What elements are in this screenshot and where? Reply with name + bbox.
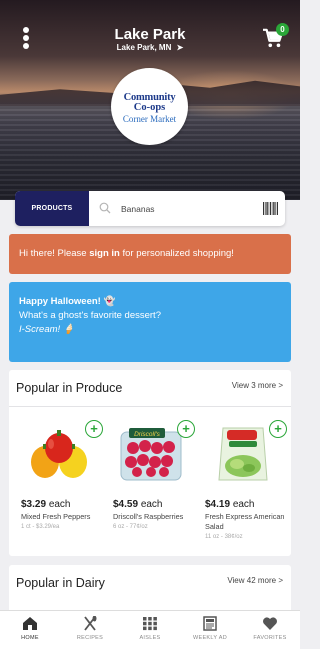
produce-view-more-link[interactable]: View 3 more > bbox=[232, 381, 283, 390]
product-name: Mixed Fresh Peppers bbox=[21, 512, 91, 521]
dairy-section: Popular in Dairy View 42 more > bbox=[9, 565, 291, 615]
tab-label: WEEKLY AD bbox=[193, 635, 227, 641]
product-unit-price: 6 oz - 77¢/oz bbox=[113, 524, 148, 530]
product-unit-price: 11 oz - 38¢/oz bbox=[205, 534, 243, 540]
section-divider bbox=[9, 406, 291, 407]
logo-line-2: Co-ops bbox=[133, 102, 166, 113]
tab-recipes[interactable]: RECIPES bbox=[60, 616, 120, 641]
dairy-view-more-link[interactable]: View 42 more > bbox=[227, 576, 283, 585]
price-amount: $3.29 bbox=[21, 499, 47, 510]
promo-question: What's a ghost's favorite dessert? bbox=[19, 310, 161, 321]
promo-heading: Happy Halloween! 👻 bbox=[19, 296, 116, 307]
location-arrow-icon: ➤ bbox=[176, 43, 184, 52]
sign-in-banner[interactable]: Hi there! Please sign in for personalize… bbox=[9, 234, 291, 274]
cart-button[interactable]: 0 bbox=[262, 23, 289, 50]
price-unit: each bbox=[232, 499, 255, 510]
greeting-prefix: Hi there! Please bbox=[19, 248, 90, 259]
product-price: $4.59 each bbox=[113, 499, 163, 510]
products-button[interactable]: PRODUCTS bbox=[15, 191, 89, 226]
produce-section: Popular in Produce View 3 more > + $3.29… bbox=[9, 370, 291, 556]
newspaper-icon bbox=[203, 616, 217, 631]
raspberries-image: Driscoll's bbox=[120, 428, 182, 481]
logo-line-3: Corner Market bbox=[122, 114, 177, 124]
product-name: Fresh Express American Salad bbox=[205, 512, 285, 531]
tab-label: HOME bbox=[21, 635, 39, 641]
greeting-suffix: for personalized shopping! bbox=[119, 248, 234, 259]
peppers-image bbox=[31, 430, 87, 478]
store-location-text: Lake Park, MN bbox=[116, 43, 172, 52]
dairy-section-title: Popular in Dairy bbox=[16, 576, 105, 590]
tab-home[interactable]: HOME bbox=[0, 616, 60, 641]
add-to-cart-icon[interactable]: + bbox=[177, 420, 195, 438]
product-card[interactable]: Driscoll's + $4.59 each Driscoll's Raspb… bbox=[109, 416, 199, 551]
search-input[interactable] bbox=[121, 191, 261, 226]
product-price: $4.19 each bbox=[205, 499, 255, 510]
utensils-icon bbox=[84, 616, 97, 631]
price-amount: $4.19 bbox=[205, 499, 231, 510]
product-card[interactable]: + $4.19 each Fresh Express American Sala… bbox=[201, 416, 291, 551]
tab-label: RECIPES bbox=[76, 635, 104, 641]
product-unit-price: 1 ct - $3.29/ea bbox=[21, 524, 60, 530]
search-bar: PRODUCTS bbox=[15, 191, 285, 226]
tab-favorites[interactable]: FAVORITES bbox=[240, 616, 300, 641]
produce-section-title: Popular in Produce bbox=[16, 381, 123, 395]
store-logo: Community Co-ops Corner Market bbox=[111, 68, 188, 145]
price-unit: each bbox=[48, 499, 71, 510]
price-amount: $4.59 bbox=[113, 499, 139, 510]
barcode-scan-icon[interactable] bbox=[263, 202, 279, 215]
salad-bag-image bbox=[218, 427, 268, 481]
product-card[interactable]: + $3.29 each Mixed Fresh Peppers 1 ct - … bbox=[17, 416, 107, 551]
price-unit: each bbox=[140, 499, 163, 510]
bottom-tab-bar: HOME RECIPES AISLES WEEKLY AD FAVORITES bbox=[0, 610, 300, 649]
home-icon bbox=[23, 617, 37, 630]
add-to-cart-icon[interactable]: + bbox=[85, 420, 103, 438]
promo-answer: I-Scream! 🍦 bbox=[19, 324, 75, 335]
heart-icon bbox=[263, 617, 277, 630]
product-name: Driscoll's Raspberries bbox=[113, 512, 184, 521]
tab-weekly-ad[interactable]: WEEKLY AD bbox=[180, 616, 240, 641]
store-name[interactable]: Lake Park bbox=[0, 26, 300, 43]
promo-banner: Happy Halloween! 👻 What's a ghost's favo… bbox=[9, 282, 291, 362]
tab-label: AISLES bbox=[139, 635, 161, 641]
sign-in-link[interactable]: sign in bbox=[89, 248, 120, 259]
svg-text:Driscoll's: Driscoll's bbox=[134, 431, 161, 438]
cart-count-badge: 0 bbox=[276, 23, 289, 36]
search-icon bbox=[99, 202, 111, 214]
store-location[interactable]: Lake Park, MN ➤ bbox=[0, 43, 300, 52]
tab-label: FAVORITES bbox=[253, 635, 287, 641]
add-to-cart-icon[interactable]: + bbox=[269, 420, 287, 438]
tab-aisles[interactable]: AISLES bbox=[120, 616, 180, 641]
product-price: $3.29 each bbox=[21, 499, 71, 510]
grid-icon bbox=[143, 617, 157, 631]
